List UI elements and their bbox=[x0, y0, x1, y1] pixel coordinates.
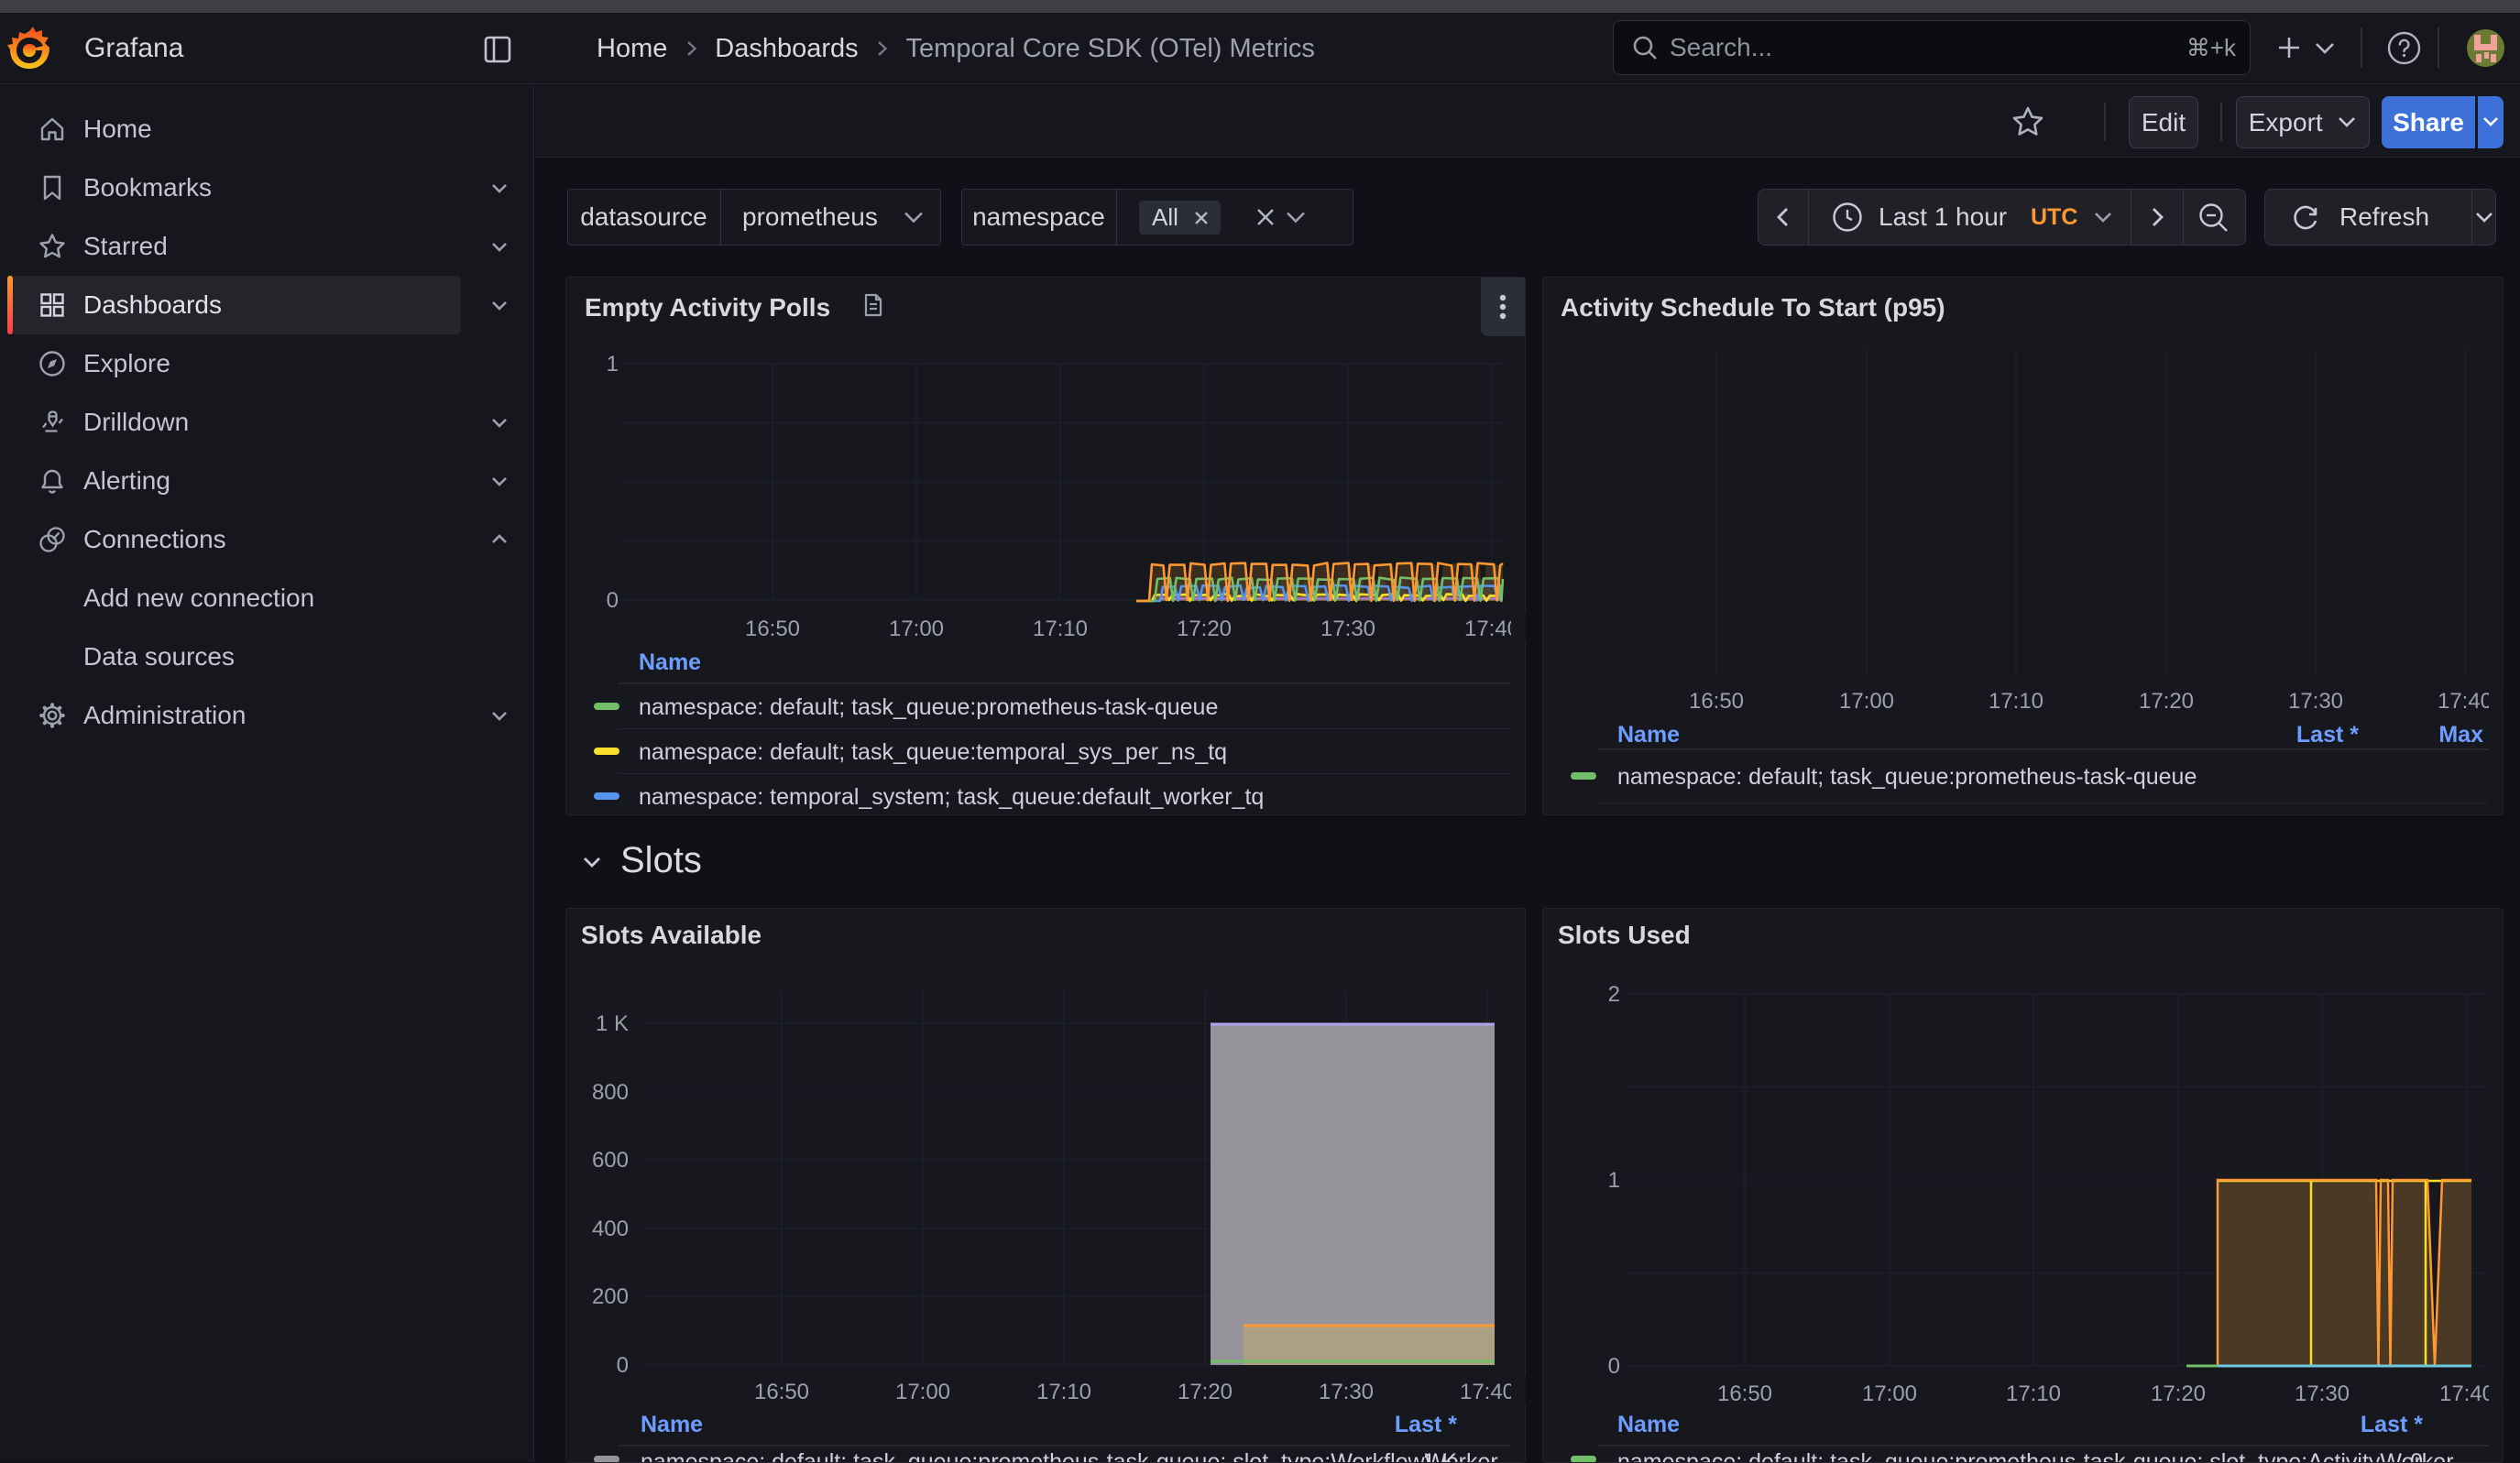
svg-text:17:40: 17:40 bbox=[2438, 689, 2493, 714]
svg-text:namespace: temporal_system; ta: namespace: temporal_system; task_queue:d… bbox=[639, 784, 1264, 810]
svg-text:200: 200 bbox=[592, 1284, 629, 1309]
svg-text:17:10: 17:10 bbox=[1989, 689, 2043, 714]
svg-text:17:20: 17:20 bbox=[2139, 689, 2194, 714]
svg-text:17:10: 17:10 bbox=[1036, 1380, 1091, 1404]
svg-text:2: 2 bbox=[1608, 982, 1620, 1007]
svg-text:800: 800 bbox=[592, 1080, 629, 1105]
svg-text:17:20: 17:20 bbox=[1177, 617, 1232, 641]
svg-text:Name: Name bbox=[641, 1412, 703, 1437]
svg-text:17:00: 17:00 bbox=[889, 617, 944, 641]
svg-text:17:40: 17:40 bbox=[1460, 1380, 1515, 1404]
svg-text:600: 600 bbox=[592, 1148, 629, 1173]
svg-text:Last *: Last * bbox=[1395, 1412, 1457, 1437]
svg-text:0: 0 bbox=[1608, 1354, 1620, 1379]
svg-text:0: 0 bbox=[617, 1353, 629, 1378]
svg-text:1 K: 1 K bbox=[1422, 1449, 1457, 1462]
svg-text:17:10: 17:10 bbox=[2006, 1381, 2061, 1406]
svg-text:17:30: 17:30 bbox=[1319, 1380, 1374, 1404]
svg-text:17:20: 17:20 bbox=[2151, 1381, 2206, 1406]
svg-text:namespace: default; task_queue: namespace: default; task_queue:temporal_… bbox=[639, 739, 1227, 765]
svg-text:0: 0 bbox=[607, 588, 619, 613]
svg-text:17:30: 17:30 bbox=[2295, 1381, 2350, 1406]
svg-text:namespace: default; task_queue: namespace: default; task_queue:prometheu… bbox=[1617, 764, 2197, 790]
svg-text:1 K: 1 K bbox=[596, 1011, 629, 1036]
svg-text:namespace: default; task_queue: namespace: default; task_queue:prometheu… bbox=[639, 694, 1218, 720]
svg-text:400: 400 bbox=[592, 1217, 629, 1241]
svg-text:Last *: Last * bbox=[2296, 722, 2359, 748]
svg-text:16:50: 16:50 bbox=[1717, 1381, 1772, 1406]
svg-text:17:10: 17:10 bbox=[1033, 617, 1088, 641]
svg-text:16:50: 16:50 bbox=[745, 617, 800, 641]
svg-text:1: 1 bbox=[607, 352, 619, 377]
svg-text:Name: Name bbox=[639, 650, 701, 675]
svg-text:Max: Max bbox=[2438, 722, 2483, 748]
svg-text:17:30: 17:30 bbox=[1320, 617, 1375, 641]
svg-text:16:50: 16:50 bbox=[754, 1380, 809, 1404]
svg-text:Name: Name bbox=[1617, 1412, 1680, 1437]
svg-text:17:00: 17:00 bbox=[895, 1380, 950, 1404]
svg-text:namespace: default; task_queue: namespace: default; task_queue:prometheu… bbox=[1617, 1449, 2454, 1462]
svg-text:1: 1 bbox=[1608, 1168, 1620, 1193]
svg-text:17:40: 17:40 bbox=[2439, 1381, 2494, 1406]
svg-text:0: 0 bbox=[2410, 1449, 2423, 1462]
svg-text:17:30: 17:30 bbox=[2288, 689, 2343, 714]
svg-text:17:00: 17:00 bbox=[1839, 689, 1894, 714]
svg-text:17:20: 17:20 bbox=[1178, 1380, 1233, 1404]
svg-text:namespace: default; task_queue: namespace: default; task_queue:prometheu… bbox=[641, 1449, 1498, 1462]
svg-text:16:50: 16:50 bbox=[1689, 689, 1744, 714]
svg-text:Name: Name bbox=[1617, 722, 1680, 748]
svg-text:17:00: 17:00 bbox=[1862, 1381, 1917, 1406]
svg-text:Last *: Last * bbox=[2361, 1412, 2423, 1437]
